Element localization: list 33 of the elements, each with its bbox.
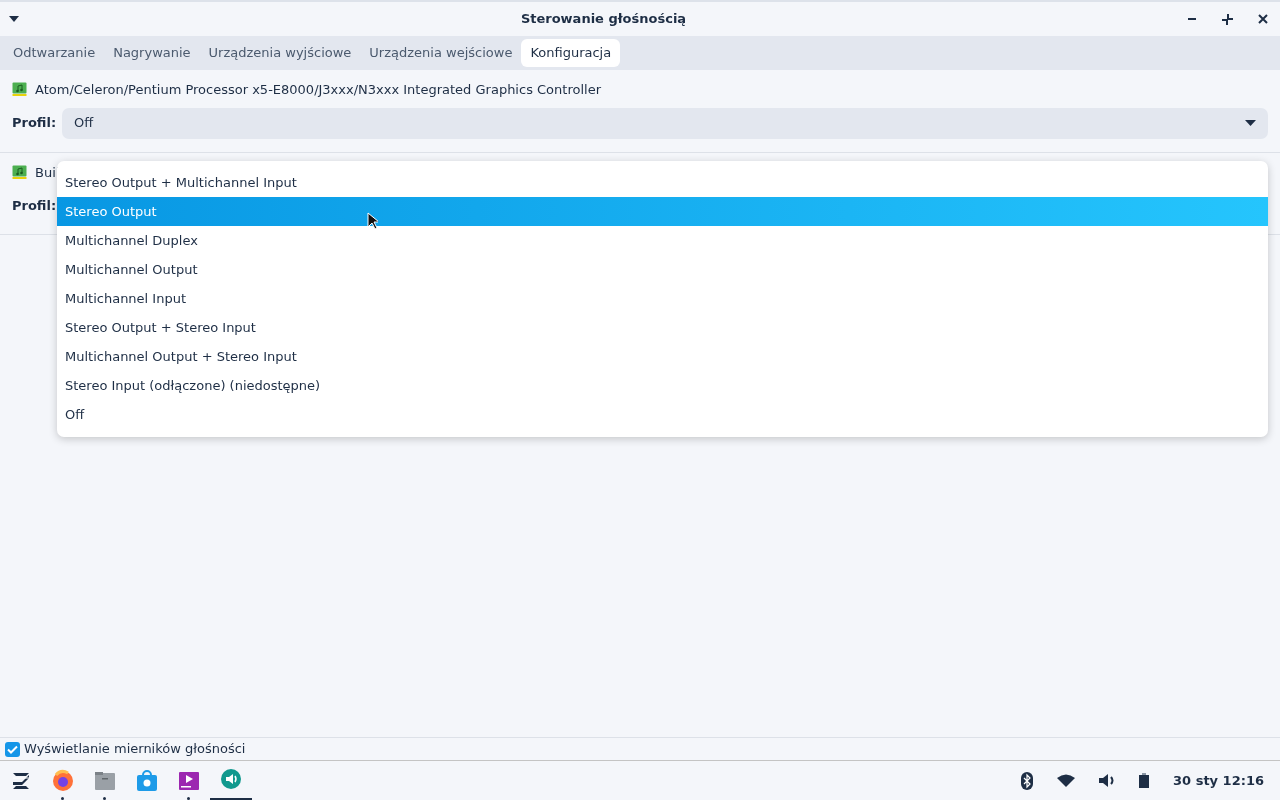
menu-option[interactable]: Multichannel Duplex — [57, 226, 1268, 255]
battery-icon[interactable] — [1139, 773, 1150, 788]
tab[interactable]: Odtwarzanie — [4, 39, 105, 67]
menu-option[interactable]: Stereo Output + Multichannel Input — [57, 168, 1268, 197]
mouse-cursor-icon — [367, 212, 378, 230]
tab[interactable]: Urządzenia wyjściowe — [199, 39, 361, 67]
window-title: Sterowanie głośnością — [519, 10, 688, 29]
profile-dropdown[interactable]: Off — [62, 107, 1268, 139]
menu-option[interactable]: Multichannel Output + Stereo Input — [57, 342, 1268, 371]
device-name: Atom/Celeron/Pentium Processor x5-E8000/J3xxx/N3xxx Integrated Graphics Controller — [35, 81, 601, 99]
menu-option[interactable]: Off — [57, 400, 1268, 429]
wifi-icon[interactable] — [1057, 774, 1076, 787]
sound-card-icon — [12, 164, 27, 180]
menu-option[interactable]: Stereo Input (odłączone) (niedostępne) — [57, 371, 1268, 400]
browser-icon[interactable] — [51, 768, 75, 793]
profile-label: Profil: — [12, 114, 58, 133]
menu-caret-icon[interactable] — [8, 15, 20, 23]
tab[interactable]: Nagrywanie — [104, 39, 200, 67]
profile-label: Profil: — [12, 196, 58, 215]
sound-card-icon — [12, 82, 27, 98]
bag-icon[interactable] — [135, 768, 159, 793]
clock[interactable]: 30 sty 12:16 — [1173, 770, 1264, 791]
checkbox-label: Wyświetlanie mierników głośności — [24, 740, 246, 759]
tab[interactable]: Urządzenia wejściowe — [360, 39, 522, 67]
tab[interactable]: Konfiguracja — [521, 39, 621, 67]
volume-icon[interactable] — [1099, 773, 1116, 788]
bluetooth-icon[interactable] — [1021, 771, 1034, 790]
close-icon[interactable] — [1258, 14, 1268, 24]
menu-option[interactable]: Multichannel Input — [57, 284, 1268, 313]
menu-option[interactable]: Multichannel Output — [57, 255, 1268, 284]
menu-option[interactable]: Stereo Output + Stereo Input — [57, 313, 1268, 342]
dropdown-caret-icon — [1245, 119, 1256, 127]
checkbox[interactable] — [5, 741, 20, 757]
